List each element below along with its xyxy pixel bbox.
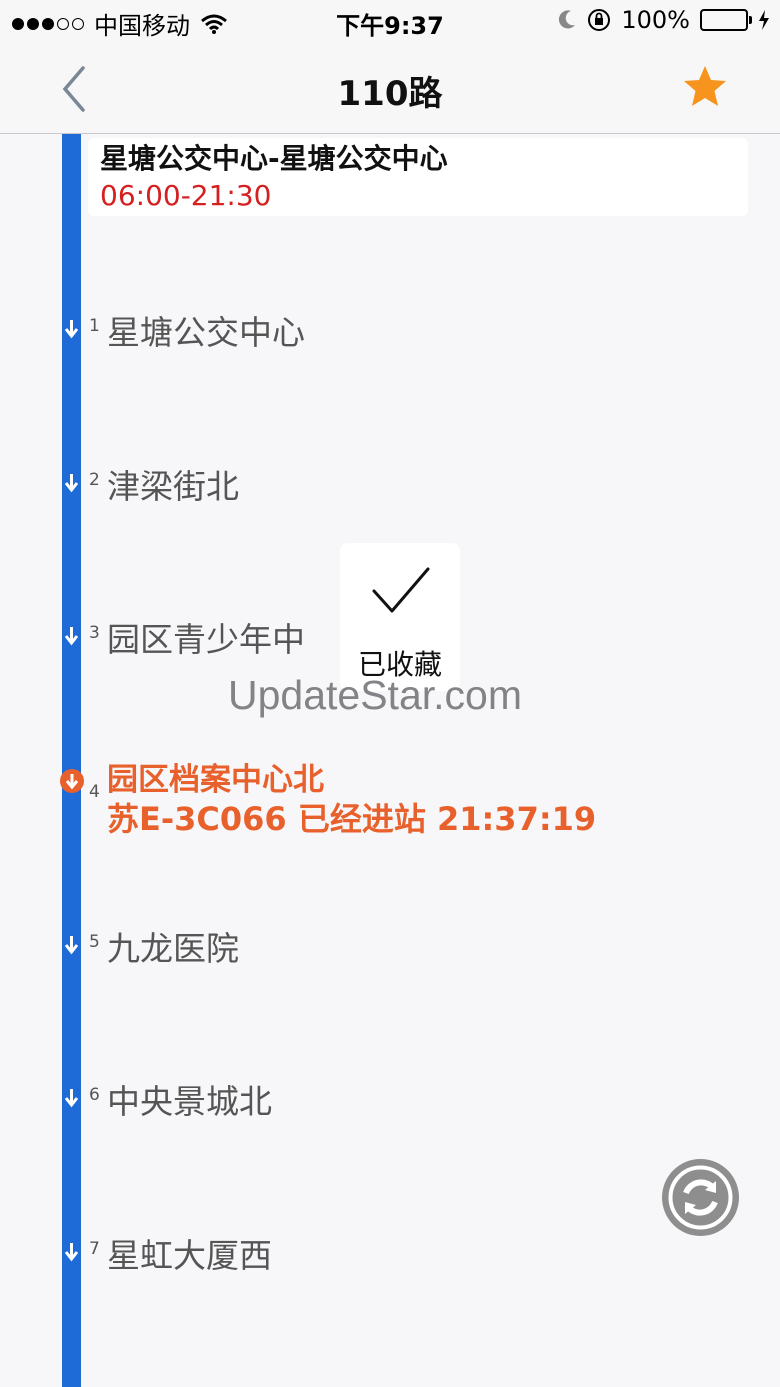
stop-name: 中央景城北 <box>107 1082 272 1121</box>
down-arrow-icon <box>64 1089 79 1108</box>
stop-number: 4 <box>89 782 100 802</box>
route-header-card: 星塘公交中心-星塘公交中心 06:00-21:30 <box>88 138 748 216</box>
stop-number: 2 <box>89 470 100 490</box>
route-name: 星塘公交中心-星塘公交中心 <box>100 142 448 175</box>
favorited-toast: 已收藏 <box>340 543 460 691</box>
stop-number: 1 <box>89 316 100 336</box>
star-icon <box>684 66 726 106</box>
battery-percent: 100% <box>621 6 690 34</box>
stop-name: 津梁街北 <box>107 467 239 506</box>
stop-name: 星塘公交中心 <box>107 313 305 352</box>
stop-item[interactable]: 2 津梁街北 <box>0 454 780 514</box>
stop-item[interactable]: 1 星塘公交中心 <box>0 300 780 360</box>
stop-number: 5 <box>89 932 100 952</box>
navigation-bar: 110路 <box>0 44 780 134</box>
stop-name: 星虹大厦西 <box>107 1236 272 1275</box>
watermark: UpdateStar.com <box>228 672 522 718</box>
stop-item[interactable]: 6 中央景城北 <box>0 1069 780 1129</box>
status-right: 100% <box>557 6 770 34</box>
down-arrow-icon <box>64 936 79 955</box>
bus-arrival-info: 苏E-3C066 已经进站 21:37:19 <box>107 800 597 838</box>
down-arrow-icon <box>64 627 79 646</box>
stop-number: 6 <box>89 1085 100 1105</box>
charging-icon <box>759 10 769 30</box>
route-hours: 06:00-21:30 <box>100 179 272 212</box>
down-arrow-icon <box>64 320 79 339</box>
rotation-lock-icon <box>588 9 611 31</box>
page-title: 110路 <box>337 74 443 114</box>
refresh-icon <box>668 1165 733 1230</box>
stop-item[interactable]: 5 九龙医院 <box>0 916 780 976</box>
down-arrow-icon <box>64 474 79 493</box>
bus-arrival-icon <box>60 769 84 793</box>
checkmark-icon <box>372 567 430 613</box>
favorite-button[interactable] <box>682 64 728 110</box>
moon-icon <box>559 10 576 29</box>
stop-number: 7 <box>89 1239 100 1259</box>
stop-number: 3 <box>89 623 100 643</box>
bus-route-screen: 中国移动 下午9:37 100% 110路 星塘公交中心-星塘公交中心 06:0… <box>0 0 780 1387</box>
battery-icon <box>700 9 752 31</box>
refresh-button[interactable] <box>662 1159 739 1236</box>
stop-item-current[interactable]: 4 园区档案中心北 苏E-3C066 已经进站 21:37:19 <box>0 760 780 840</box>
stop-name: 园区青少年中 <box>107 620 305 659</box>
stop-name: 九龙医院 <box>107 929 239 968</box>
stop-name: 园区档案中心北 <box>107 762 324 798</box>
down-arrow-icon <box>64 1243 79 1262</box>
status-bar: 中国移动 下午9:37 100% <box>0 0 780 44</box>
